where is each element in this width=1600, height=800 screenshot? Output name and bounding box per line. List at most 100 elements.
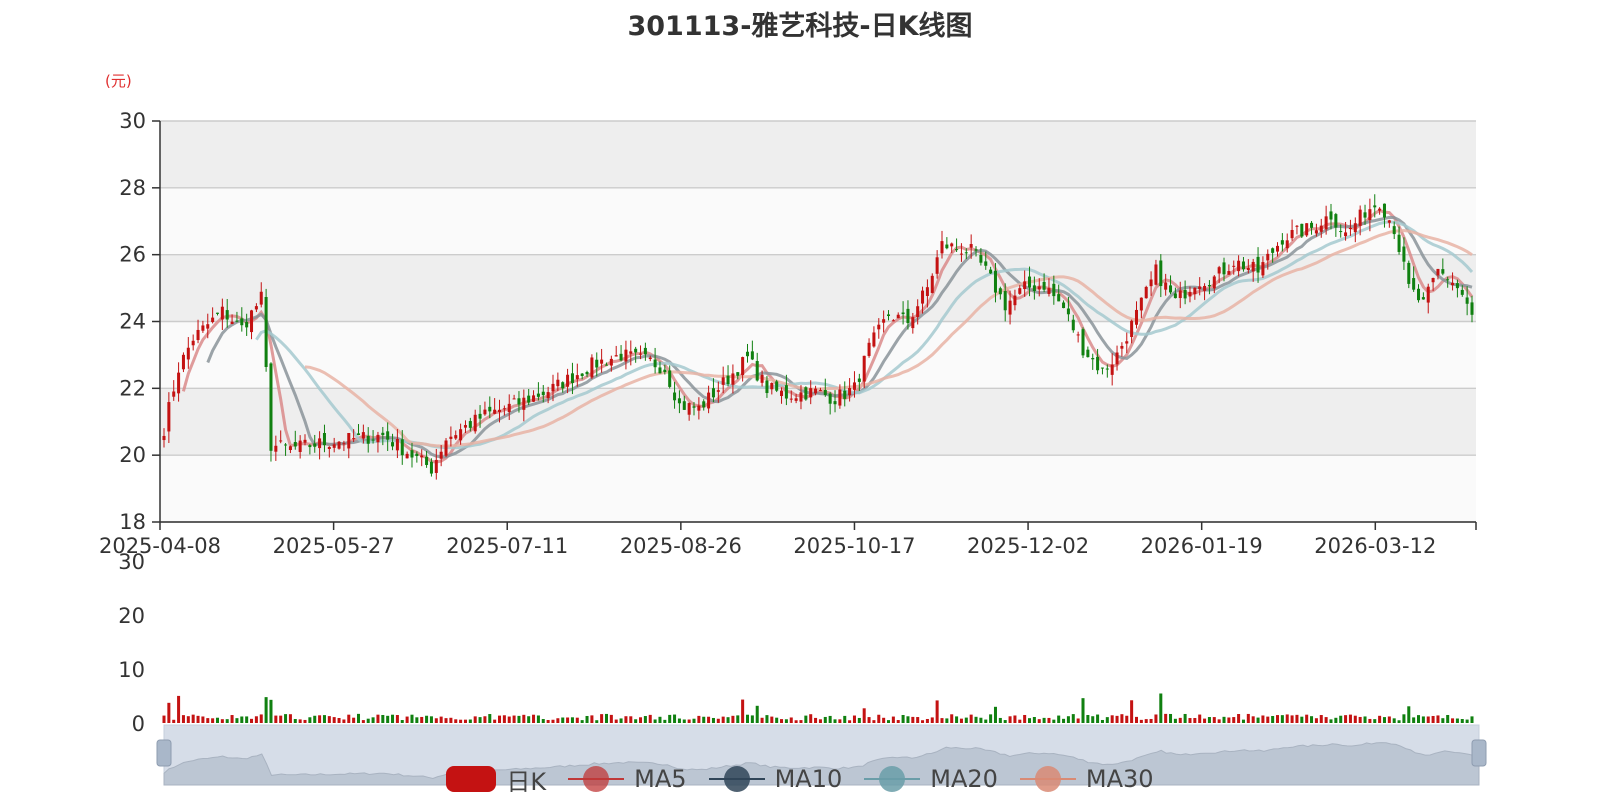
volume-bar	[483, 716, 487, 723]
volume-bar	[1402, 714, 1406, 723]
candle	[1008, 300, 1012, 315]
candle	[1392, 226, 1396, 235]
volume-bar	[731, 715, 735, 723]
volume-bar	[1348, 714, 1352, 723]
candle	[1402, 246, 1406, 262]
legend-item-ma30[interactable]: MA30	[1019, 765, 1154, 793]
candle	[366, 435, 370, 444]
candle	[488, 406, 492, 412]
candle	[1431, 277, 1435, 283]
volume-bar	[595, 720, 599, 723]
volume-bar	[692, 718, 696, 723]
volume-bar	[434, 718, 438, 723]
candle	[1412, 278, 1416, 290]
volume-bar	[167, 702, 171, 723]
x-tick-label: 2025-12-02	[967, 534, 1089, 558]
candle	[877, 324, 881, 330]
volume-bar	[444, 718, 448, 723]
candle	[1232, 265, 1236, 267]
volume-bar	[604, 713, 608, 723]
candle	[1052, 283, 1056, 297]
candle	[809, 388, 813, 398]
volume-bar	[1290, 715, 1294, 723]
volume-bar	[201, 716, 205, 723]
grid-band	[160, 455, 1476, 522]
volume-bar	[293, 719, 297, 723]
candle	[269, 363, 273, 451]
volume-bar	[614, 719, 618, 723]
candle	[580, 373, 584, 376]
candle	[566, 374, 570, 387]
volume-bar	[1086, 714, 1090, 723]
candle	[1105, 368, 1109, 370]
grid-band	[160, 187, 1476, 255]
volume-bar	[1266, 716, 1270, 723]
volume-bar	[1169, 713, 1173, 723]
legend-item-ma10[interactable]: MA10	[708, 765, 842, 793]
volume-bar	[609, 714, 613, 723]
candle	[604, 364, 608, 366]
legend: 日K MA5 MA10 MA20 MA30	[0, 760, 1600, 798]
candle	[1139, 297, 1143, 311]
candle	[765, 380, 769, 394]
volume-bar	[1295, 714, 1299, 723]
candle	[463, 425, 467, 428]
candle	[799, 392, 803, 402]
volume-bar	[682, 719, 686, 723]
volume-bar	[828, 715, 832, 723]
candle	[653, 359, 657, 368]
candle	[1319, 225, 1323, 232]
legend-item-ma20[interactable]: MA20	[864, 765, 998, 793]
candle	[1169, 285, 1173, 293]
volume-bar	[624, 716, 628, 723]
candle	[410, 450, 414, 458]
volume-tick-label: 30	[118, 550, 145, 574]
candle	[1275, 245, 1280, 252]
volume-bar	[493, 719, 497, 723]
volume-bar	[1154, 714, 1158, 723]
volume-bar	[1105, 717, 1109, 723]
candle	[692, 406, 696, 408]
candle	[886, 314, 891, 317]
volume-bar	[1062, 718, 1066, 723]
candle	[1460, 289, 1464, 295]
candle	[1164, 282, 1168, 290]
volume-bar	[1115, 715, 1119, 723]
volume-bar	[930, 717, 934, 723]
volume-bar	[352, 717, 356, 723]
volume-bar	[264, 697, 268, 723]
volume-bar	[196, 715, 200, 723]
candle	[794, 398, 798, 401]
candle	[848, 388, 852, 396]
candle	[259, 291, 263, 305]
volume-bar	[653, 719, 657, 723]
candle	[1222, 262, 1226, 275]
candle	[1446, 279, 1450, 281]
volume-bar	[405, 716, 409, 723]
volume-bar	[298, 719, 302, 723]
candle	[955, 249, 959, 251]
legend-item-ma5[interactable]: MA5	[568, 765, 687, 793]
volume-bar	[789, 717, 793, 723]
volume-bar	[974, 716, 978, 723]
candle	[391, 442, 395, 447]
volume-bar	[415, 717, 419, 723]
volume-bar	[211, 718, 215, 723]
candle	[993, 270, 997, 293]
candle	[663, 369, 667, 373]
legend-item-kline[interactable]: 日K	[446, 762, 546, 797]
candle	[1159, 260, 1163, 287]
candle	[245, 321, 249, 328]
volume-bar	[1144, 719, 1148, 723]
volume-bar	[1023, 714, 1027, 723]
candle	[590, 357, 594, 378]
candle	[814, 388, 818, 394]
candle	[215, 312, 219, 314]
candle	[483, 409, 487, 415]
volume-bar	[794, 720, 798, 723]
volume-bar	[726, 717, 730, 723]
candle	[502, 408, 506, 410]
volume-bar	[1397, 720, 1401, 723]
volume-bar	[230, 715, 234, 723]
candle	[1037, 286, 1041, 290]
